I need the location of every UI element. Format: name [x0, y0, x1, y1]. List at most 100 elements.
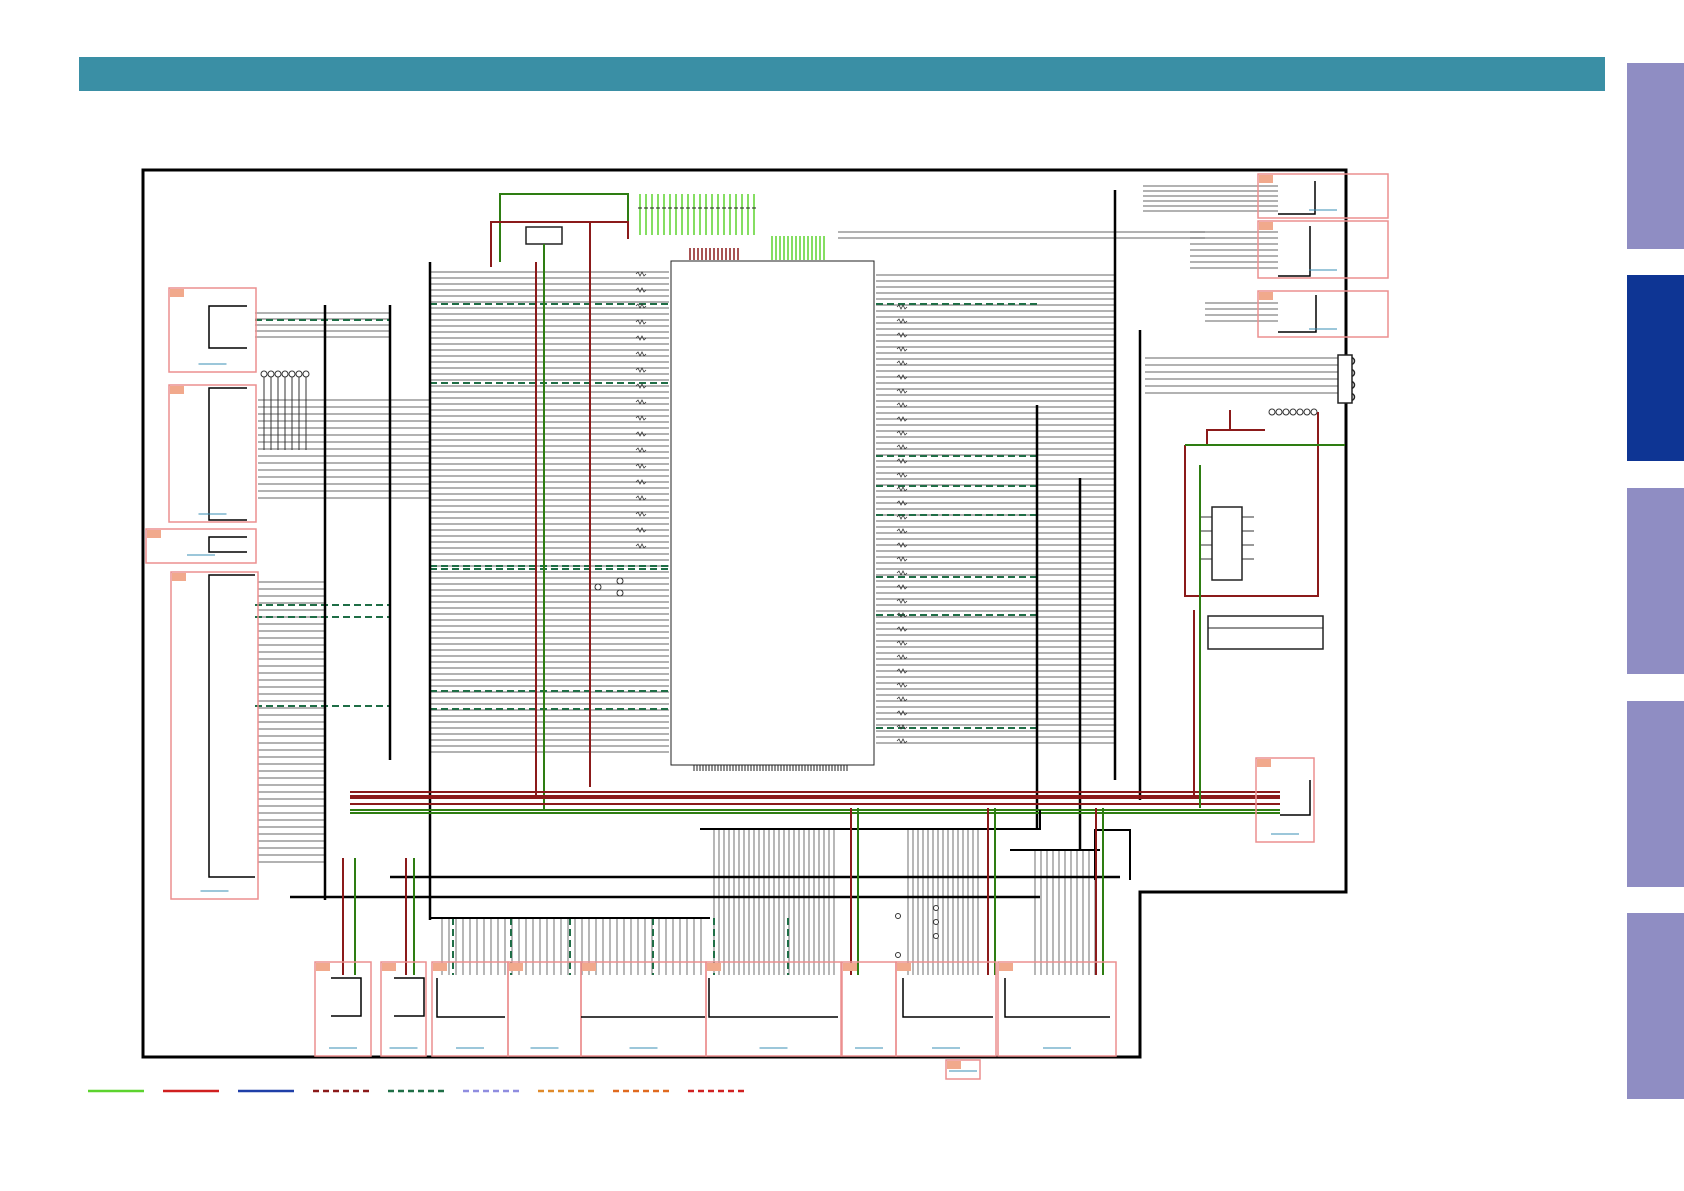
connector-body: [208, 536, 247, 553]
connector-body: [436, 978, 505, 1018]
pin-icon: [1275, 408, 1283, 416]
connector-tag: [999, 963, 1013, 971]
line-legend: [88, 1089, 744, 1093]
connector-body: [208, 305, 247, 349]
connector-body: [1280, 780, 1311, 816]
wire: [562, 221, 591, 265]
wire: [499, 193, 629, 262]
connector-tag: [1259, 175, 1273, 183]
connector-tag: [582, 963, 596, 971]
pin-icon: [895, 952, 901, 958]
top-ic: [525, 226, 563, 245]
connector-body: [1278, 226, 1311, 277]
resistor-icon: [896, 388, 908, 394]
connector-body: [394, 977, 425, 1017]
connector-left-4: [170, 571, 259, 900]
connector-bottom-4: [507, 961, 582, 1057]
resistor-icon: [896, 430, 908, 436]
connector-tag: [707, 963, 721, 971]
connector-tag: [433, 963, 447, 971]
resistor-icon: [896, 682, 908, 688]
resistor-icon: [896, 640, 908, 646]
pin-icon: [1268, 408, 1276, 416]
pin-icon: [274, 370, 282, 378]
connector-left-3: [145, 528, 257, 564]
pin-icon: [1289, 408, 1297, 416]
pin-icon: [933, 905, 939, 911]
resistor-icon: [896, 528, 908, 534]
connector-tag: [843, 963, 857, 971]
circuit-schematic: [141, 168, 1389, 1080]
resistor-icon: [896, 472, 908, 478]
pin-icon: [1310, 408, 1318, 416]
connector-body: [1278, 295, 1317, 333]
pin-icon: [281, 370, 289, 378]
resistor-icon: [896, 304, 908, 310]
pin-icon: [288, 370, 296, 378]
connector-tag: [170, 289, 184, 297]
resistor-icon: [635, 399, 647, 405]
connector-body: [708, 978, 838, 1018]
pin-icon: [594, 583, 602, 591]
pin-icon: [1296, 408, 1304, 416]
pin-icon: [1303, 408, 1311, 416]
connector-body: [902, 978, 993, 1018]
connector-body: [1004, 978, 1110, 1018]
connector-bottom-7: [841, 961, 897, 1057]
resistor-icon: [635, 271, 647, 277]
wire: [1184, 412, 1319, 597]
main-ic: [670, 260, 875, 766]
connector-right-3: [1257, 290, 1389, 338]
right-ic: [1211, 506, 1243, 581]
connector-tag: [1257, 759, 1271, 767]
connector-body: [331, 977, 362, 1017]
connector-tag: [382, 963, 396, 971]
resistor-icon: [635, 463, 647, 469]
connector-bottom-1: [314, 961, 372, 1057]
pin-icon: [933, 933, 939, 939]
resistor-icon: [896, 738, 908, 744]
resistor-icon: [635, 367, 647, 373]
connector-bottom-9: [997, 961, 1117, 1057]
note-box: [1207, 615, 1324, 650]
connector-body: [208, 387, 247, 521]
resistor-icon: [896, 360, 908, 366]
connector-left-2: [168, 384, 257, 523]
connector-right-2: [1257, 220, 1389, 279]
pin-icon: [260, 370, 268, 378]
resistor-icon: [896, 402, 908, 408]
resistor-icon: [896, 486, 908, 492]
resistor-icon: [635, 415, 647, 421]
connector-tag: [316, 963, 330, 971]
resistor-icon: [896, 654, 908, 660]
pin-icon: [267, 370, 275, 378]
connector-bottom-6: [705, 961, 842, 1057]
connector-body: [208, 574, 255, 878]
ic-pins-bottom: [693, 765, 848, 771]
pin-icon: [302, 370, 310, 378]
connector-body: [1278, 181, 1316, 215]
wire: [1094, 829, 1131, 880]
resistor-icon: [635, 543, 647, 549]
connector-bottom-5: [580, 961, 707, 1057]
pin-icon: [616, 577, 624, 585]
dashed-bus-lines: [255, 303, 1040, 975]
pin-icon: [895, 913, 901, 919]
connector-tag: [947, 1061, 961, 1069]
pin-icon: [616, 589, 624, 597]
connector-bottom-2: [380, 961, 427, 1057]
connector-tag: [897, 963, 911, 971]
connector-tag: [1259, 292, 1273, 300]
resistor-icon: [635, 447, 647, 453]
resistor-icon: [635, 495, 647, 501]
wire: [1206, 429, 1265, 445]
resistor-icon: [635, 319, 647, 325]
connector-right-4: [1255, 757, 1315, 843]
resistor-icon: [635, 511, 647, 517]
connector-tag: [509, 963, 523, 971]
connector-tag: [170, 386, 184, 394]
resistor-icon: [896, 346, 908, 352]
connector-tag: [172, 573, 186, 581]
pin-icon: [933, 919, 939, 925]
resistor-icon: [896, 598, 908, 604]
